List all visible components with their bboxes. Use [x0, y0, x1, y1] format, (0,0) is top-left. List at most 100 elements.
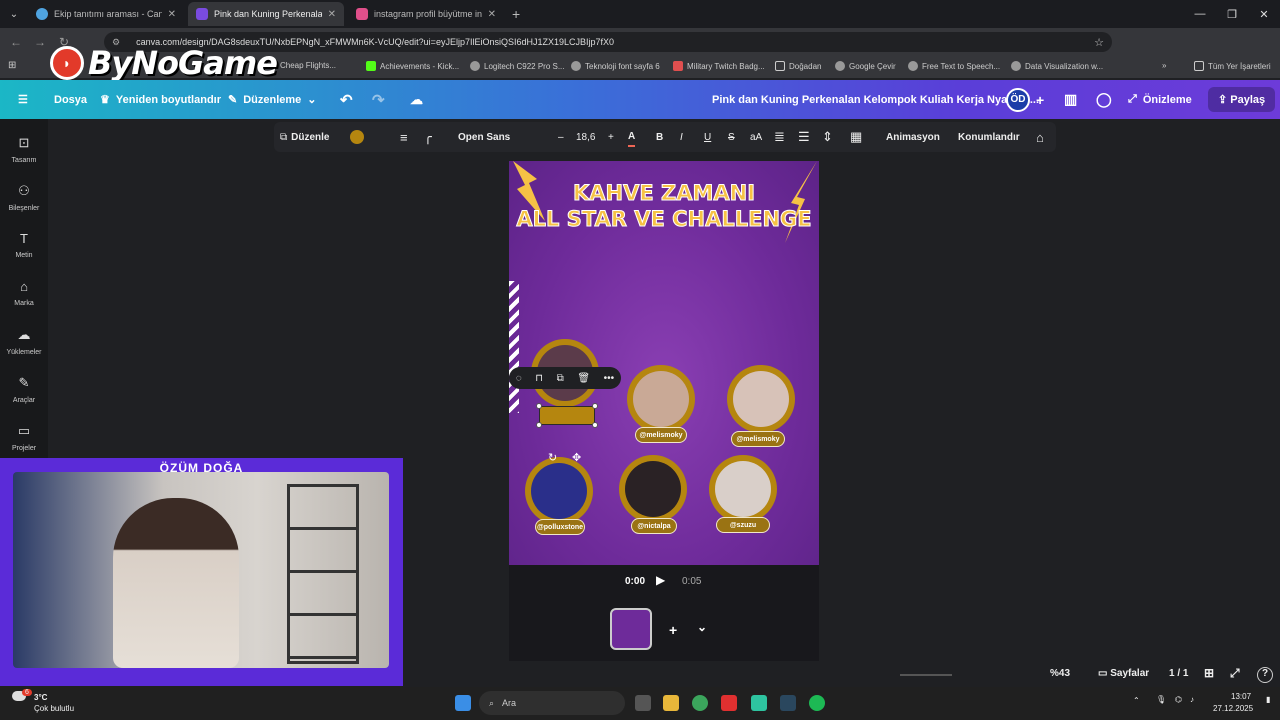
weather-widget[interactable]: 6	[12, 689, 32, 703]
profile-frame[interactable]	[727, 365, 795, 433]
add-collaborator-icon[interactable]: +	[1036, 92, 1044, 108]
move-handle-icon[interactable]: ✥	[572, 451, 581, 464]
delete-icon[interactable]: 🗑	[577, 373, 590, 384]
network-icon[interactable]: ⌬	[1175, 695, 1182, 704]
add-page-button[interactable]: +	[669, 622, 677, 638]
preview-button[interactable]: ⤢ Önizleme	[1128, 80, 1192, 119]
cloud-save-icon[interactable]: ☁	[410, 80, 423, 119]
bookmarks-overflow[interactable]: »	[1162, 61, 1166, 70]
profile-frame[interactable]	[525, 457, 593, 525]
font-size-input[interactable]: 18,6	[576, 122, 595, 152]
play-icon[interactable]: ▶	[656, 573, 672, 589]
more-options-icon[interactable]: •••	[604, 373, 615, 384]
profile-frame[interactable]	[619, 455, 687, 523]
volume-icon[interactable]: ♪	[1190, 695, 1194, 704]
resize-handle[interactable]	[592, 403, 598, 409]
text-color-swatch[interactable]	[350, 122, 364, 152]
headline-line-2[interactable]: ALL STAR VE CHALLENGE	[509, 207, 819, 232]
design-page[interactable]: KAHVE ZAMANI ALL STAR VE CHALLENGE @meli…	[509, 161, 819, 565]
back-icon[interactable]: ←	[4, 35, 28, 49]
tray-overflow-icon[interactable]: ⌃	[1133, 696, 1140, 705]
hamburger-menu-icon[interactable]: ☰	[18, 80, 28, 119]
bookmark-item[interactable]: Cheap Flights...	[280, 61, 336, 70]
editing-mode-dropdown[interactable]: ✎ Düzenleme ⌄	[228, 80, 317, 119]
sidebar-item-tools[interactable]: ✎ Araçlar	[0, 375, 48, 404]
forward-icon[interactable]: →	[28, 35, 52, 49]
user-avatar[interactable]: ÖD +	[1006, 80, 1044, 119]
bookmark-item[interactable]: Achievements - Kick...	[366, 61, 459, 71]
task-view-icon[interactable]	[635, 695, 651, 711]
username-label[interactable]: @polluxstone	[535, 519, 585, 535]
minimize-icon[interactable]: —	[1184, 0, 1216, 28]
position-button[interactable]: Konumlandır	[958, 122, 1020, 152]
resize-handle[interactable]	[592, 422, 598, 428]
comment-icon[interactable]: ◯	[1096, 80, 1112, 119]
clock-date[interactable]: 27.12.2025	[1213, 704, 1253, 713]
browser-tab-canva-search[interactable]: Ekip tanıtımı araması - Canva ✕	[28, 2, 184, 26]
clock-time[interactable]: 13:07	[1231, 692, 1251, 701]
close-tab-icon[interactable]: ✕	[328, 9, 336, 20]
corner-radius-icon[interactable]: ╭	[424, 122, 432, 152]
sidebar-item-projects[interactable]: ▭ Projeler	[0, 423, 48, 452]
sidebar-item-design[interactable]: ⊡ Tasarım	[0, 135, 48, 164]
microphone-icon[interactable]: 🎙	[1156, 695, 1166, 704]
sidebar-item-elements[interactable]: ⚇ Bileşenler	[0, 183, 48, 212]
bookmark-item[interactable]: Google Çevir	[835, 61, 896, 71]
strikethrough-button[interactable]: S	[728, 122, 735, 152]
sidebar-item-brand[interactable]: ⌂ Marka	[0, 279, 48, 307]
align-icon[interactable]: ≡	[400, 122, 408, 152]
close-tab-icon[interactable]: ✕	[488, 9, 496, 20]
username-label[interactable]: @melismoky	[731, 431, 785, 447]
comment-add-icon[interactable]: ◌	[516, 373, 522, 384]
username-label[interactable]: @szuzu	[716, 517, 770, 533]
notifications-icon[interactable]: ▮	[1266, 695, 1270, 704]
font-size-increase[interactable]: +	[608, 122, 614, 152]
resize-handle[interactable]	[536, 422, 542, 428]
browser-tab-active-design[interactable]: Pink dan Kuning Perkenalan Ke ✕	[188, 2, 344, 26]
font-size-decrease[interactable]: –	[558, 122, 564, 152]
undo-icon[interactable]: ↶	[340, 80, 353, 119]
font-family-select[interactable]: Open Sans	[458, 122, 550, 152]
letter-case-button[interactable]: aA	[750, 122, 762, 152]
italic-button[interactable]: I	[680, 122, 683, 152]
font-color-icon[interactable]: A	[628, 127, 636, 147]
bold-button[interactable]: B	[656, 122, 663, 152]
maximize-icon[interactable]: ❐	[1216, 0, 1248, 28]
bookmark-item[interactable]: Data Visualization w...	[1011, 61, 1103, 71]
profile-frame[interactable]	[709, 455, 777, 523]
close-window-icon[interactable]: ✕	[1248, 0, 1280, 28]
zoom-slider[interactable]	[900, 674, 952, 676]
resize-handle[interactable]	[536, 403, 542, 409]
headline-line-1[interactable]: KAHVE ZAMANI	[509, 181, 819, 206]
all-bookmarks[interactable]: Tüm Yer İşaretleri	[1194, 61, 1271, 71]
grid-view-icon[interactable]: ⊞	[1204, 666, 1214, 680]
transparency-icon[interactable]: ▦	[850, 122, 862, 152]
bookmark-item[interactable]: Doğadan	[775, 61, 821, 71]
file-menu[interactable]: Dosya	[54, 80, 87, 119]
tab-search-icon[interactable]: ⌄	[4, 4, 24, 24]
bookmark-item[interactable]: Teknoloji font sayfa 6	[571, 61, 660, 71]
pages-button[interactable]: ▭ Sayfalar	[1098, 668, 1149, 679]
taskbar-search[interactable]: ⌕ Ara	[479, 691, 625, 715]
windows-start-icon[interactable]	[455, 695, 471, 711]
edit-button[interactable]: ⧉ Düzenle	[280, 122, 329, 152]
expand-timeline-icon[interactable]: ⌄	[697, 620, 707, 634]
selected-text-box[interactable]	[539, 406, 595, 425]
profile-frame[interactable]	[627, 365, 695, 433]
steam-icon[interactable]	[780, 695, 796, 711]
username-label[interactable]: @nictalpa	[631, 518, 677, 534]
sidebar-item-uploads[interactable]: ☁ Yüklemeler	[0, 327, 48, 356]
text-align-icon[interactable]: ≣	[774, 122, 785, 152]
insights-chart-icon[interactable]: ▥	[1064, 80, 1077, 119]
app-icon[interactable]	[751, 695, 767, 711]
bookmark-item[interactable]: Logitech C922 Pro S...	[470, 61, 565, 71]
browser-tab-instagram[interactable]: instagram profil büyütme insta ✕	[348, 2, 504, 26]
zoom-level[interactable]: %43	[1050, 668, 1070, 679]
spacing-icon[interactable]: ⇕	[822, 122, 833, 152]
spotify-icon[interactable]	[809, 695, 825, 711]
document-title[interactable]: Pink dan Kuning Perkenalan Kelompok Kuli…	[712, 80, 1039, 119]
underline-button[interactable]: U	[704, 122, 711, 152]
fullscreen-icon[interactable]: ⤢	[1230, 666, 1240, 681]
youtube-icon[interactable]	[721, 695, 737, 711]
bookmark-item[interactable]: Military Twitch Badg...	[673, 61, 765, 71]
